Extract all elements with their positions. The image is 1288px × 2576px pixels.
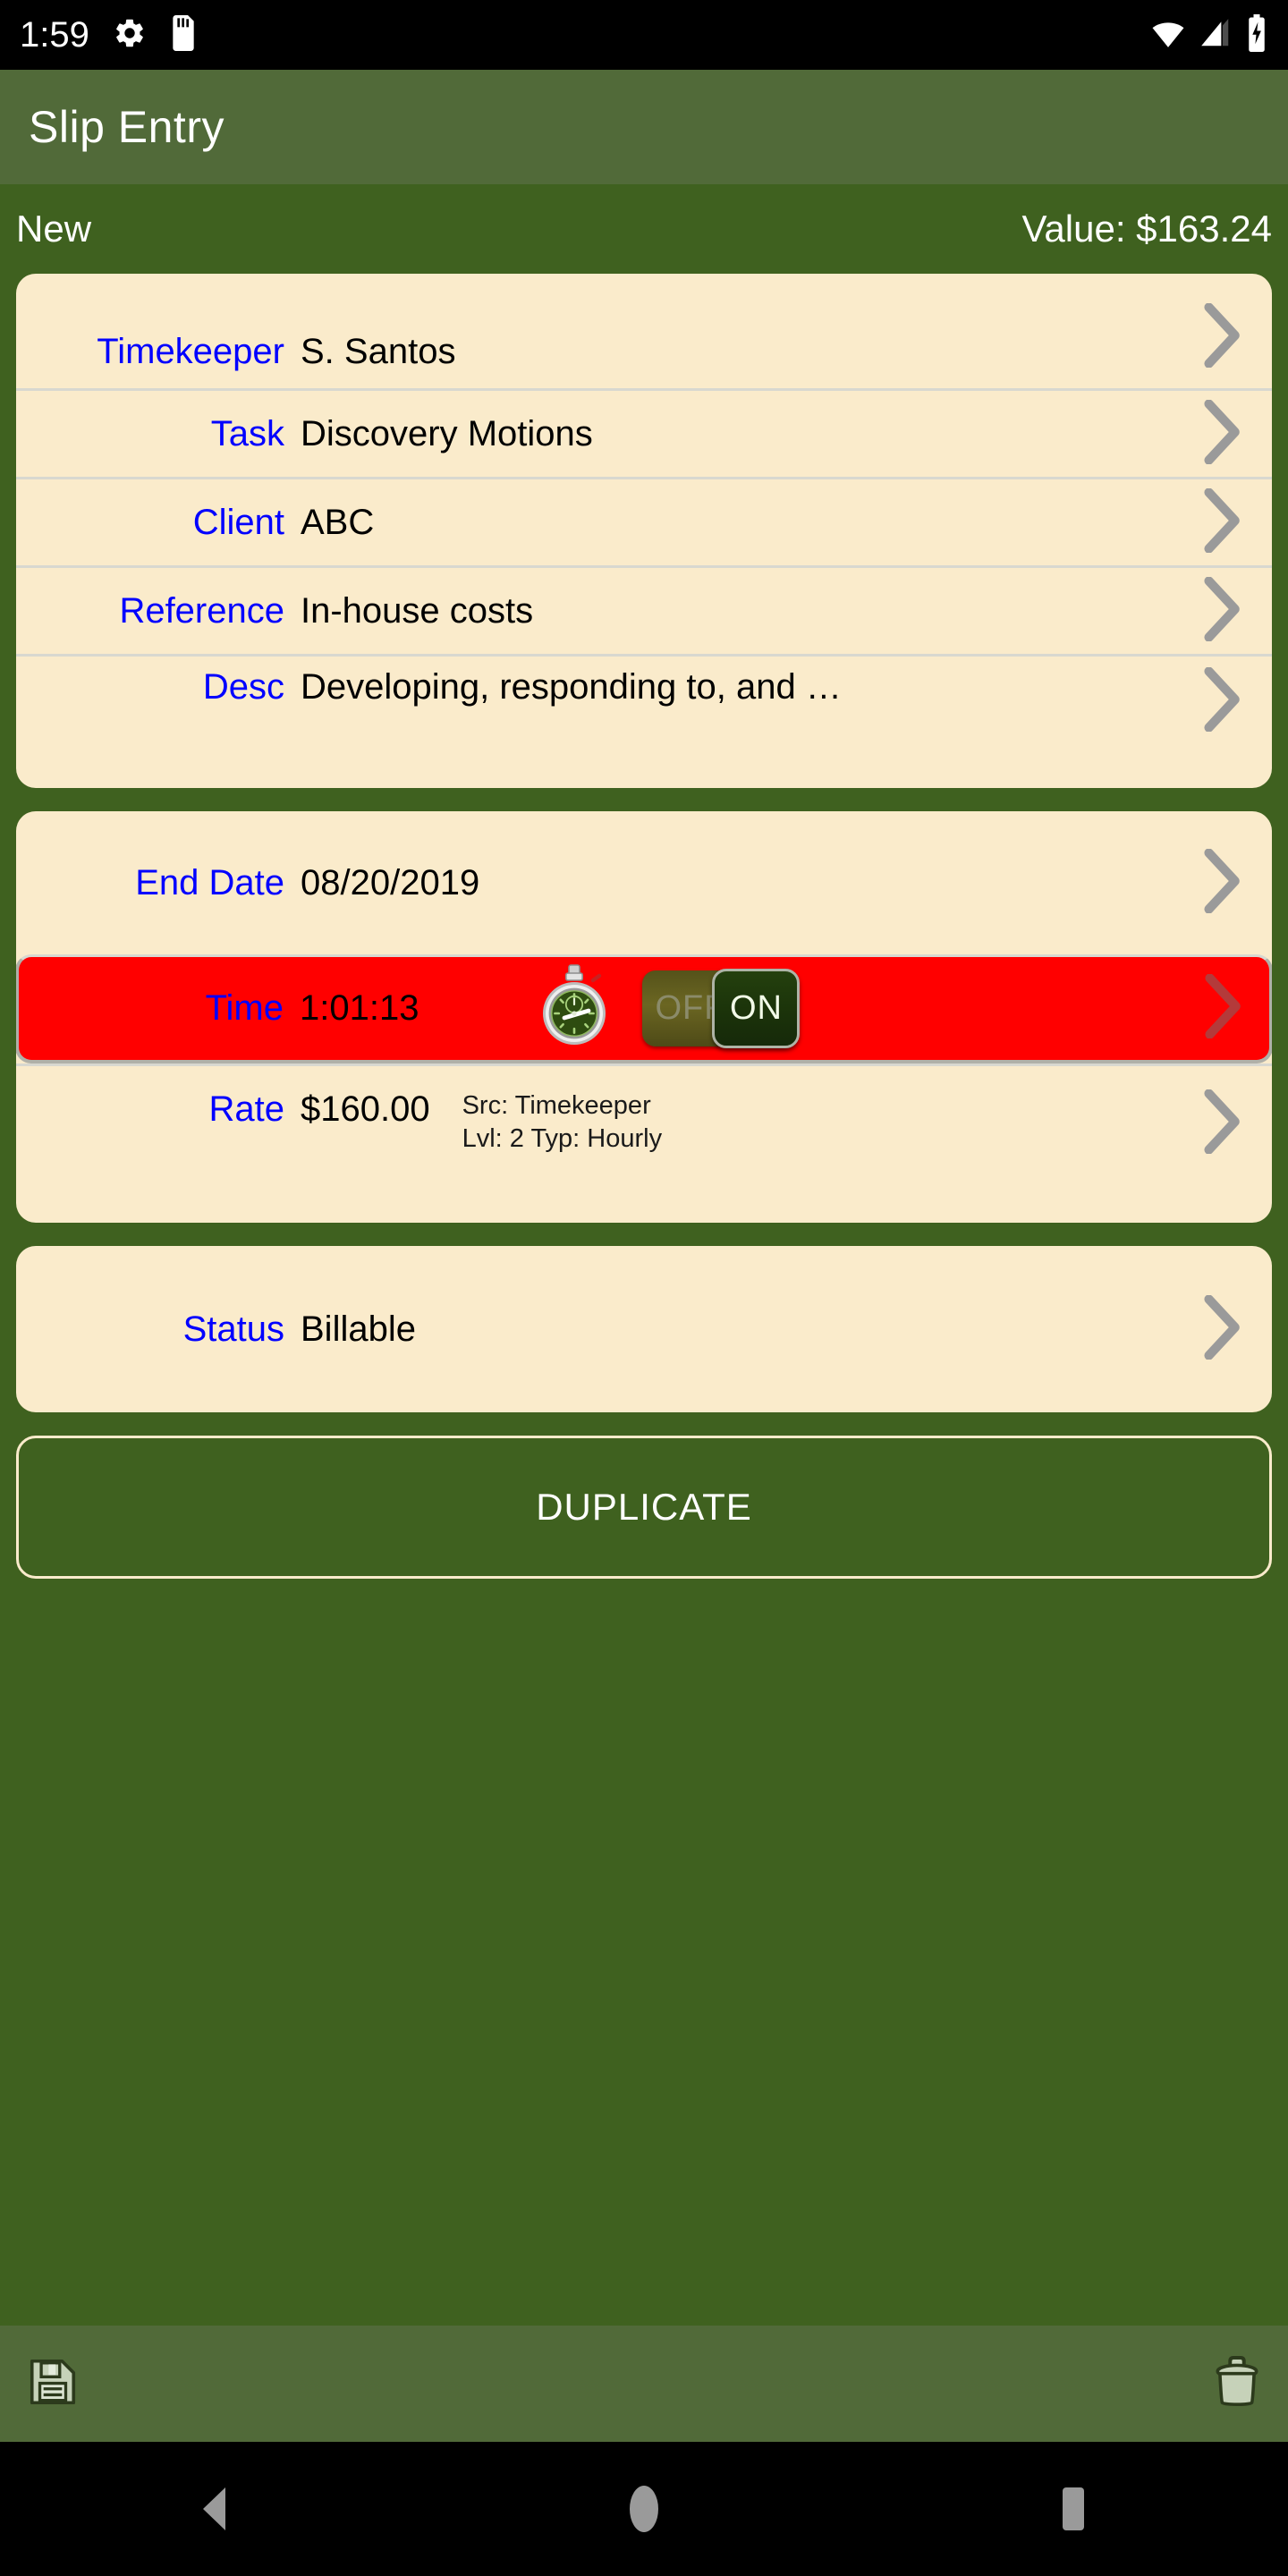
time-label: Time bbox=[205, 988, 284, 1028]
slip-status-card: Status Billable bbox=[16, 1246, 1272, 1412]
time-value: 1:01:13 bbox=[300, 988, 419, 1028]
back-icon[interactable] bbox=[125, 2442, 304, 2576]
slip-state-label: New bbox=[16, 208, 92, 250]
row-time-active[interactable]: Time 1:01:13 OFF ON bbox=[16, 954, 1272, 1063]
android-nav-bar bbox=[0, 2442, 1288, 2576]
task-value: Discovery Motions bbox=[301, 413, 593, 453]
timer-toggle-on-label: ON bbox=[729, 989, 783, 1027]
status-label: Status bbox=[182, 1309, 284, 1349]
row-description[interactable]: Desc Developing, responding to, and … bbox=[16, 654, 1272, 788]
duplicate-button[interactable]: DUPLICATE bbox=[16, 1436, 1272, 1579]
slip-value-label: Value: $163.24 bbox=[1021, 208, 1272, 250]
row-task[interactable]: Task Discovery Motions bbox=[16, 388, 1272, 477]
chevron-right-icon[interactable] bbox=[1200, 1293, 1241, 1364]
home-icon[interactable] bbox=[555, 2442, 733, 2576]
status-bar-right bbox=[1150, 13, 1268, 56]
delete-icon[interactable] bbox=[1211, 2354, 1263, 2414]
slip-summary-header: New Value: $163.24 bbox=[0, 184, 1288, 274]
row-status[interactable]: Status Billable bbox=[16, 1246, 1272, 1412]
rate-detail: Src: Timekeeper Lvl: 2 Typ: Hourly bbox=[462, 1089, 663, 1156]
slip-form-scroll[interactable]: Timekeeper S. Santos Task Discovery Moti… bbox=[0, 274, 1288, 2326]
slip-time-card: End Date 08/20/2019 Time 1:01:13 OFF ON … bbox=[16, 811, 1272, 1223]
end-date-value: 08/20/2019 bbox=[301, 862, 480, 902]
description-value: Developing, responding to, and … bbox=[301, 667, 842, 707]
app-screen: 1:59 Slip Entry New Value: $163.24 Timek… bbox=[0, 0, 1288, 2576]
end-date-label: End Date bbox=[135, 862, 284, 902]
status-bar-left: 1:59 bbox=[20, 14, 197, 55]
reference-label: Reference bbox=[119, 590, 284, 631]
app-bar: Slip Entry bbox=[0, 70, 1288, 184]
chevron-right-icon[interactable] bbox=[1200, 487, 1241, 557]
client-value: ABC bbox=[301, 502, 375, 542]
status-bar-clock: 1:59 bbox=[20, 15, 89, 55]
timer-toggle[interactable]: OFF ON bbox=[642, 969, 801, 1048]
slip-details-card: Timekeeper S. Santos Task Discovery Moti… bbox=[16, 274, 1272, 788]
android-status-bar: 1:59 bbox=[0, 0, 1288, 70]
stopwatch-icon[interactable] bbox=[537, 963, 612, 1054]
sd-card-icon bbox=[170, 14, 197, 55]
chevron-right-icon[interactable] bbox=[1200, 666, 1241, 736]
cellular-signal-icon bbox=[1199, 16, 1233, 55]
timer-toggle-thumb[interactable]: ON bbox=[712, 969, 801, 1048]
chevron-right-icon[interactable] bbox=[1201, 973, 1242, 1043]
row-client[interactable]: Client ABC bbox=[16, 477, 1272, 565]
timekeeper-value: S. Santos bbox=[301, 332, 456, 371]
chevron-right-icon[interactable] bbox=[1200, 302, 1241, 372]
chevron-right-icon[interactable] bbox=[1200, 847, 1241, 918]
bottom-toolbar bbox=[0, 2326, 1288, 2442]
row-timekeeper[interactable]: Timekeeper S. Santos bbox=[16, 274, 1272, 388]
chevron-right-icon[interactable] bbox=[1200, 1089, 1241, 1158]
wifi-icon bbox=[1150, 15, 1186, 55]
row-end-date[interactable]: End Date 08/20/2019 bbox=[16, 811, 1272, 954]
rate-label: Rate bbox=[208, 1089, 285, 1129]
task-label: Task bbox=[210, 413, 284, 453]
chevron-right-icon[interactable] bbox=[1200, 575, 1241, 646]
recents-icon[interactable] bbox=[984, 2442, 1163, 2576]
reference-value: In-house costs bbox=[301, 590, 534, 631]
rate-source-line: Src: Timekeeper bbox=[462, 1091, 651, 1120]
rate-value: $160.00 bbox=[301, 1089, 430, 1129]
gear-icon bbox=[113, 16, 147, 55]
row-reference[interactable]: Reference In-house costs bbox=[16, 565, 1272, 654]
page-title: Slip Entry bbox=[29, 102, 225, 152]
row-rate[interactable]: Rate $160.00 Src: Timekeeper Lvl: 2 Typ:… bbox=[16, 1063, 1272, 1223]
status-value: Billable bbox=[301, 1309, 416, 1349]
client-label: Client bbox=[192, 502, 284, 542]
chevron-right-icon[interactable] bbox=[1200, 398, 1241, 469]
battery-charging-icon bbox=[1245, 13, 1268, 56]
rate-detail-line: Lvl: 2 Typ: Hourly bbox=[462, 1124, 663, 1154]
save-icon[interactable] bbox=[25, 2354, 80, 2414]
timekeeper-label: Timekeeper bbox=[97, 332, 284, 371]
description-label: Desc bbox=[202, 667, 284, 707]
